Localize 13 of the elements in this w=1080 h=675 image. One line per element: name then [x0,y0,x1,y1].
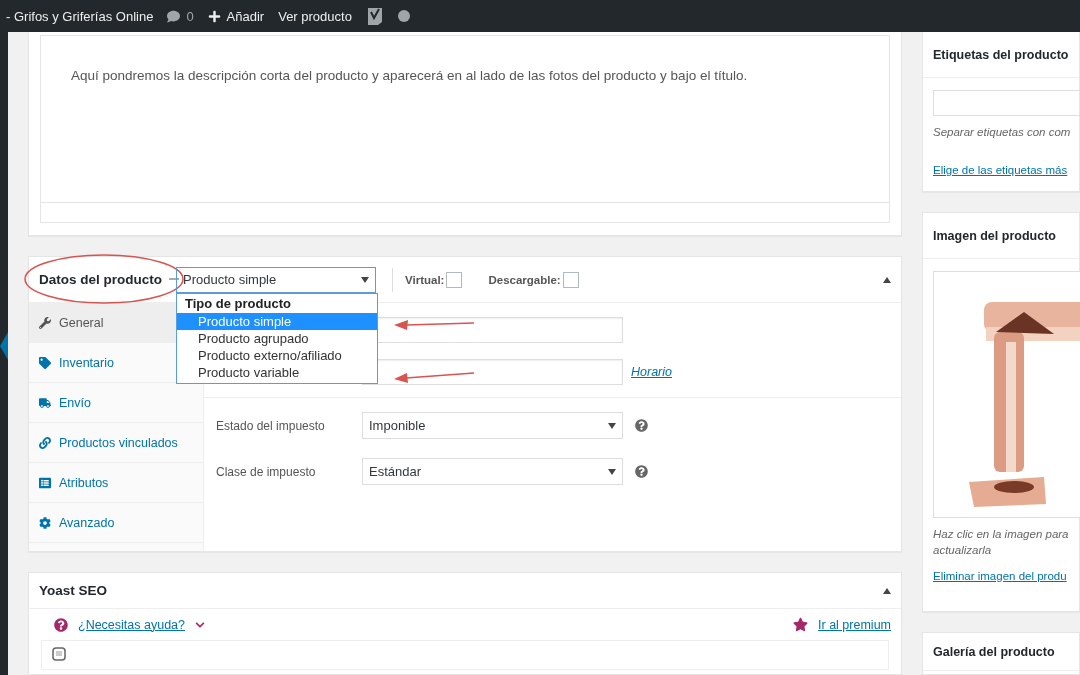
panel-title: Datos del producto [39,272,162,287]
image-hint: Haz clic en la imagen para [933,528,1069,540]
tags-hint: Separar etiquetas con com [933,126,1071,138]
checkbox-label: Descargable: [488,273,561,286]
image-hint: actualizarla [933,544,992,556]
panel-title: Galería del producto [933,644,1055,659]
checkbox-label: Virtual: [405,273,445,286]
field-label: Clase de impuesto [216,464,317,479]
panel-title: Imagen del producto [933,228,1056,243]
panel-title: Yoast SEO [39,583,108,598]
panel-title: Etiquetas del producto [933,47,1069,62]
field-label: Estado del impuesto [216,418,326,433]
description-text: Aquí pondremos la descripción corta del producto y aparecerá en al lado de las fotos del producto y bajo el título. [70,67,749,85]
